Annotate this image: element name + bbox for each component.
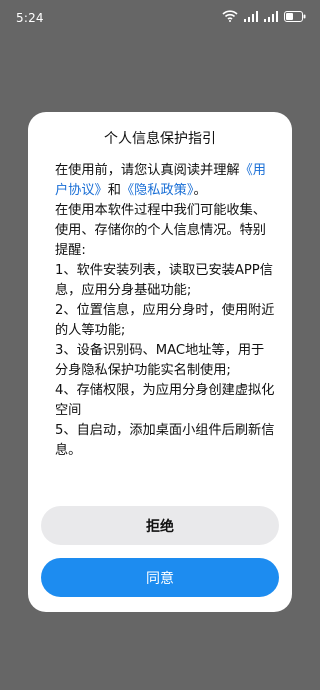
intro-prefix: 在使用前，请您认真阅读并理解 — [55, 163, 240, 178]
intro-paragraph: 在使用前，请您认真阅读并理解《用户协议》和《隐私政策》。 — [55, 161, 277, 201]
and-text: 和 — [107, 183, 121, 198]
list-item: 2、位置信息，应用分身时，使用附近的人等功能; — [55, 303, 275, 338]
list-item: 3、设备识别码、MAC地址等，用于分身隐私保护功能实名制使用; — [55, 343, 265, 378]
signal-icon — [264, 10, 278, 22]
privacy-policy-link[interactable]: 《隐私政策》 — [121, 183, 194, 198]
reject-button[interactable]: 拒绝 — [41, 506, 279, 545]
status-icons — [222, 10, 306, 22]
wifi-icon — [222, 10, 238, 22]
battery-icon — [284, 10, 306, 22]
list-item: 4、存储权限，为应用分身创建虚拟化空间 — [55, 383, 275, 418]
status-bar: 5:24 — [0, 0, 320, 36]
dialog-body: 在使用前，请您认真阅读并理解《用户协议》和《隐私政策》。 在使用本软件过程中我们… — [55, 161, 277, 461]
privacy-dialog: 个人信息保护指引 在使用前，请您认真阅读并理解《用户协议》和《隐私政策》。 在使… — [28, 112, 292, 612]
list-item: 5、自启动，添加桌面小组件后刷新信息。 — [55, 423, 275, 458]
agree-button[interactable]: 同意 — [41, 558, 279, 597]
intro-suffix: 。 — [193, 183, 207, 198]
status-time: 5:24 — [16, 11, 44, 25]
dialog-title: 个人信息保护指引 — [104, 131, 216, 147]
list-item: 1、软件安装列表，读取已安装APP信息，应用分身基础功能; — [55, 263, 273, 298]
signal-icon — [244, 10, 258, 22]
body-line: 在使用本软件过程中我们可能收集、使用、存储你的个人信息情况。特别提醒: — [55, 203, 266, 258]
